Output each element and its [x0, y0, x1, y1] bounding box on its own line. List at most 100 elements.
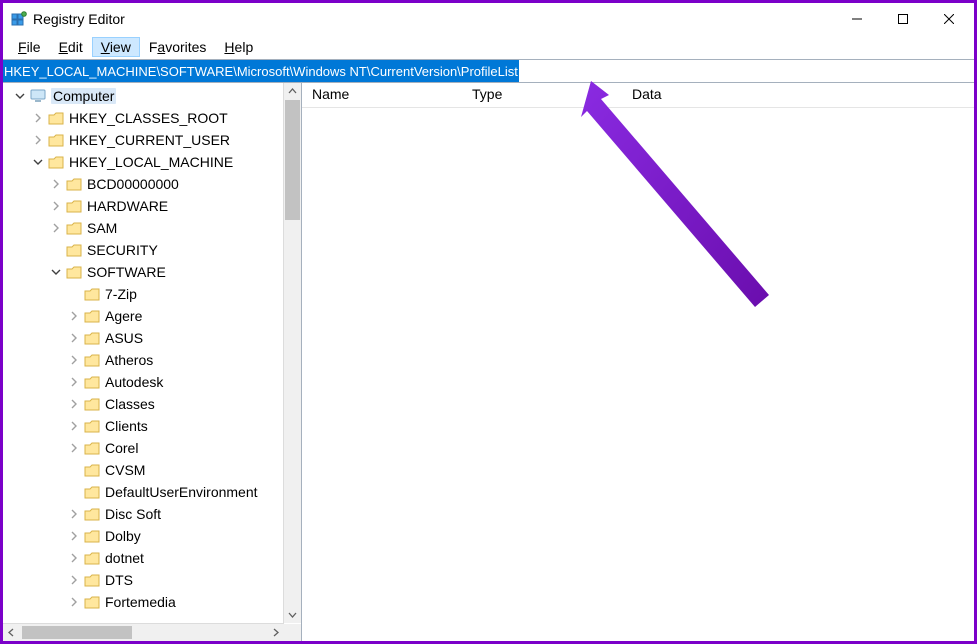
- tree-node-cvsm[interactable]: CVSM: [3, 459, 301, 481]
- chevron-right-icon[interactable]: [65, 597, 83, 607]
- window-title: Registry Editor: [33, 11, 834, 27]
- maximize-button[interactable]: [880, 4, 926, 34]
- menu-help[interactable]: Help: [215, 37, 262, 57]
- menu-file[interactable]: File: [9, 37, 50, 57]
- folder-icon: [65, 242, 83, 258]
- tree-label: Clients: [105, 418, 148, 434]
- tree-label: HKEY_CURRENT_USER: [69, 132, 230, 148]
- list-header: Name Type Data: [302, 83, 974, 108]
- tree-label-computer: Computer: [51, 88, 116, 104]
- tree-pane: Computer HKEY_CLASSES_ROOT HKE: [3, 83, 302, 641]
- tree-view[interactable]: Computer HKEY_CLASSES_ROOT HKE: [3, 83, 301, 641]
- tree-node-computer[interactable]: Computer: [3, 85, 301, 107]
- tree-node-security[interactable]: SECURITY: [3, 239, 301, 261]
- folder-icon: [65, 220, 83, 236]
- tree-label: Corel: [105, 440, 138, 456]
- tree-label: Dolby: [105, 528, 141, 544]
- tree-node-dotnet[interactable]: dotnet: [3, 547, 301, 569]
- chevron-right-icon[interactable]: [29, 113, 47, 123]
- tree-node-software[interactable]: SOFTWARE: [3, 261, 301, 283]
- chevron-right-icon[interactable]: [65, 509, 83, 519]
- tree-node-hkcu[interactable]: HKEY_CURRENT_USER: [3, 129, 301, 151]
- tree-node-hkcr[interactable]: HKEY_CLASSES_ROOT: [3, 107, 301, 129]
- folder-icon: [83, 330, 101, 346]
- folder-icon: [65, 198, 83, 214]
- chevron-right-icon[interactable]: [29, 135, 47, 145]
- folder-icon: [83, 374, 101, 390]
- chevron-right-icon[interactable]: [65, 399, 83, 409]
- registry-editor-icon: [11, 11, 27, 27]
- address-field[interactable]: HKEY_LOCAL_MACHINE\SOFTWARE\Microsoft\Wi…: [3, 60, 519, 82]
- tree-node-asus[interactable]: ASUS: [3, 327, 301, 349]
- folder-icon: [83, 352, 101, 368]
- client-area: Computer HKEY_CLASSES_ROOT HKE: [3, 83, 974, 641]
- tree-node-sam[interactable]: SAM: [3, 217, 301, 239]
- folder-icon: [83, 440, 101, 456]
- chevron-right-icon[interactable]: [47, 223, 65, 233]
- tree-vertical-scrollbar[interactable]: [283, 83, 301, 623]
- address-bar[interactable]: HKEY_LOCAL_MACHINE\SOFTWARE\Microsoft\Wi…: [3, 59, 974, 83]
- chevron-right-icon[interactable]: [65, 575, 83, 585]
- chevron-down-icon[interactable]: [29, 157, 47, 167]
- tree-label: HARDWARE: [87, 198, 168, 214]
- folder-icon: [83, 418, 101, 434]
- tree-node-corel[interactable]: Corel: [3, 437, 301, 459]
- tree-horizontal-scrollbar[interactable]: [3, 623, 284, 641]
- tree-label: HKEY_LOCAL_MACHINE: [69, 154, 233, 170]
- minimize-button[interactable]: [834, 4, 880, 34]
- scroll-left-button[interactable]: [3, 624, 20, 641]
- tree-node-dts[interactable]: DTS: [3, 569, 301, 591]
- scroll-right-button[interactable]: [267, 624, 284, 641]
- folder-icon: [83, 396, 101, 412]
- chevron-right-icon[interactable]: [65, 553, 83, 563]
- folder-icon: [83, 286, 101, 302]
- scroll-up-button[interactable]: [284, 83, 301, 100]
- tree-label: 7-Zip: [105, 286, 137, 302]
- tree-node-hardware[interactable]: HARDWARE: [3, 195, 301, 217]
- chevron-right-icon[interactable]: [65, 443, 83, 453]
- menu-favorites[interactable]: Favorites: [140, 37, 216, 57]
- tree-node-agere[interactable]: Agere: [3, 305, 301, 327]
- tree-label: Disc Soft: [105, 506, 161, 522]
- tree-label: Agere: [105, 308, 142, 324]
- tree-label: Fortemedia: [105, 594, 176, 610]
- tree-label: dotnet: [105, 550, 144, 566]
- chevron-right-icon[interactable]: [65, 333, 83, 343]
- chevron-right-icon[interactable]: [47, 179, 65, 189]
- tree-node-7zip[interactable]: 7-Zip: [3, 283, 301, 305]
- folder-icon: [47, 110, 65, 126]
- scroll-thumb[interactable]: [22, 626, 132, 639]
- chevron-down-icon[interactable]: [47, 267, 65, 277]
- menu-view[interactable]: View: [92, 37, 140, 57]
- tree-node-autodesk[interactable]: Autodesk: [3, 371, 301, 393]
- chevron-right-icon[interactable]: [47, 201, 65, 211]
- column-data[interactable]: Data: [622, 83, 974, 107]
- tree-node-dolby[interactable]: Dolby: [3, 525, 301, 547]
- tree-node-bcd[interactable]: BCD00000000: [3, 173, 301, 195]
- chevron-right-icon[interactable]: [65, 311, 83, 321]
- column-name[interactable]: Name: [302, 83, 462, 107]
- column-type[interactable]: Type: [462, 83, 622, 107]
- chevron-down-icon[interactable]: [11, 91, 29, 101]
- list-pane: Name Type Data: [302, 83, 974, 641]
- tree-label: SAM: [87, 220, 117, 236]
- tree-node-clients[interactable]: Clients: [3, 415, 301, 437]
- list-body[interactable]: [302, 108, 974, 641]
- tree-node-classes[interactable]: Classes: [3, 393, 301, 415]
- chevron-right-icon[interactable]: [65, 377, 83, 387]
- menu-edit[interactable]: Edit: [50, 37, 92, 57]
- folder-icon: [83, 550, 101, 566]
- scroll-down-button[interactable]: [284, 606, 301, 623]
- close-button[interactable]: [926, 4, 972, 34]
- folder-icon: [83, 308, 101, 324]
- chevron-right-icon[interactable]: [65, 531, 83, 541]
- tree-node-atheros[interactable]: Atheros: [3, 349, 301, 371]
- chevron-right-icon[interactable]: [65, 421, 83, 431]
- tree-node-hklm[interactable]: HKEY_LOCAL_MACHINE: [3, 151, 301, 173]
- scroll-thumb[interactable]: [285, 100, 300, 220]
- tree-label: DefaultUserEnvironment: [105, 484, 258, 500]
- tree-node-fortemedia[interactable]: Fortemedia: [3, 591, 301, 613]
- tree-node-due[interactable]: DefaultUserEnvironment: [3, 481, 301, 503]
- tree-node-discsoft[interactable]: Disc Soft: [3, 503, 301, 525]
- chevron-right-icon[interactable]: [65, 355, 83, 365]
